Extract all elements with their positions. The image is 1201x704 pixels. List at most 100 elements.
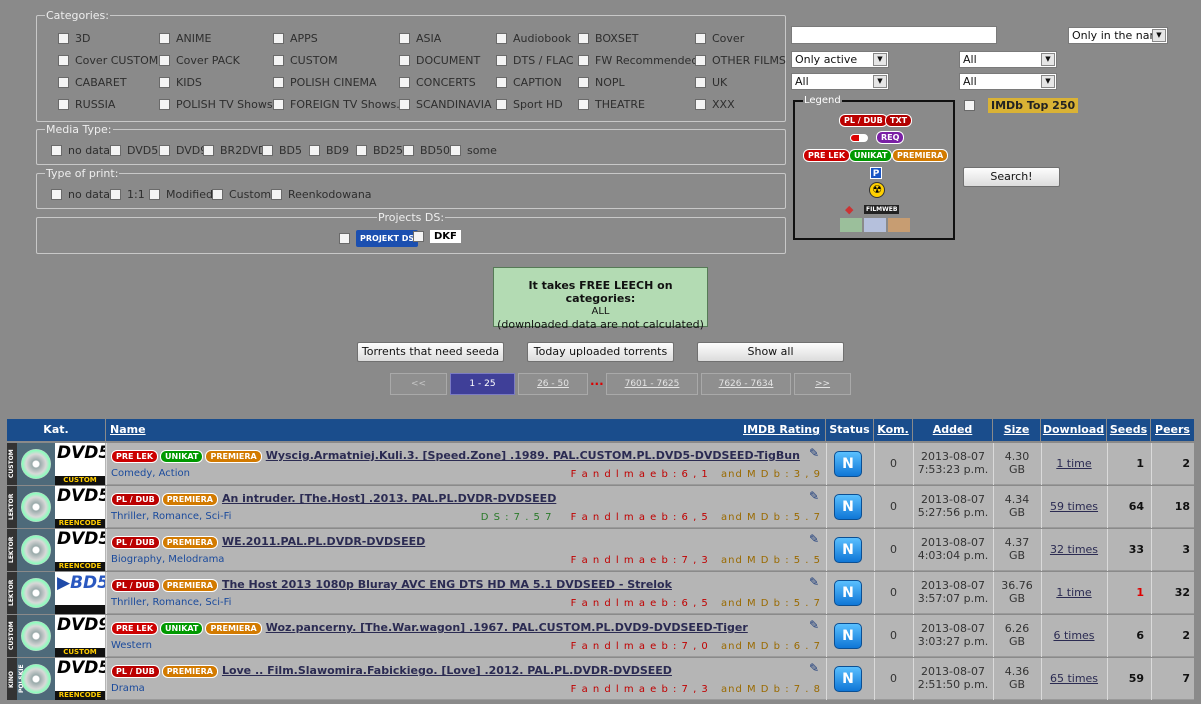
- category-checkbox[interactable]: FW Recommended: [578, 54, 698, 67]
- checkbox-box[interactable]: [273, 55, 284, 66]
- checkbox-box[interactable]: [578, 77, 589, 88]
- download-count-link[interactable]: 32 times: [1050, 543, 1098, 556]
- checkbox-box[interactable]: [273, 77, 284, 88]
- media-type-checkbox[interactable]: BD25: [356, 144, 403, 157]
- download-count-link[interactable]: 65 times: [1050, 672, 1098, 685]
- category-checkbox[interactable]: CUSTOM: [273, 54, 338, 67]
- download-count-link[interactable]: 1 time: [1056, 586, 1091, 599]
- media-type-checkbox[interactable]: BR2DVD: [203, 144, 266, 157]
- checkbox-box[interactable]: [110, 189, 121, 200]
- peers-count[interactable]: 7: [1151, 658, 1194, 700]
- checkbox-box[interactable]: [58, 99, 69, 110]
- checkbox-box[interactable]: [271, 189, 282, 200]
- category-checkbox[interactable]: Cover: [695, 32, 744, 45]
- search-input[interactable]: [791, 26, 997, 44]
- checkbox-box[interactable]: [273, 33, 284, 44]
- category-checkbox[interactable]: APPS: [273, 32, 318, 45]
- header-peers[interactable]: Peers: [1151, 419, 1194, 441]
- active-filter-select[interactable]: Only active ▼: [791, 51, 889, 68]
- media-type-checkbox[interactable]: some: [450, 144, 497, 157]
- category-checkbox[interactable]: POLISH CINEMA: [273, 76, 377, 89]
- imdb-top-checkbox[interactable]: IMDb Top 250: [964, 98, 1079, 113]
- peers-count[interactable]: 18: [1151, 486, 1194, 528]
- seeds-count[interactable]: 1: [1107, 443, 1150, 485]
- download-count-link[interactable]: 59 times: [1050, 500, 1098, 513]
- category-checkbox[interactable]: SCANDINAVIA: [399, 98, 491, 111]
- checkbox-box[interactable]: [695, 55, 706, 66]
- header-download[interactable]: Download: [1041, 419, 1106, 441]
- checkbox-box[interactable]: [399, 99, 410, 110]
- media-type-checkbox[interactable]: BD9: [309, 144, 349, 157]
- checkbox-box[interactable]: [399, 77, 410, 88]
- checkbox-box[interactable]: [51, 189, 62, 200]
- checkbox-box[interactable]: [110, 145, 121, 156]
- page-next-link[interactable]: >>: [794, 373, 851, 395]
- checkbox-box[interactable]: [273, 99, 284, 110]
- checkbox-box[interactable]: [58, 77, 69, 88]
- header-name[interactable]: Name: [110, 423, 146, 436]
- category-image[interactable]: LEKTOR: [7, 486, 55, 528]
- print-type-checkbox[interactable]: Reenkodowana: [271, 188, 372, 201]
- category-checkbox[interactable]: Audiobook: [496, 32, 571, 45]
- peers-count[interactable]: 3: [1151, 529, 1194, 571]
- pin-icon[interactable]: ✎: [809, 575, 819, 589]
- checkbox-box[interactable]: [695, 99, 706, 110]
- torrent-name-link[interactable]: Love .. Film.Slawomira.Fabickiego. [Love…: [222, 664, 672, 677]
- category-checkbox[interactable]: CABARET: [58, 76, 127, 89]
- checkbox-box[interactable]: [159, 145, 170, 156]
- seeds-count[interactable]: 59: [1107, 658, 1150, 700]
- category-image[interactable]: LEKTOR: [7, 572, 55, 614]
- filter-select-3[interactable]: All ▼: [791, 73, 889, 90]
- header-size[interactable]: Size: [993, 419, 1040, 441]
- download-count-link[interactable]: 1 time: [1056, 457, 1091, 470]
- category-checkbox[interactable]: DTS / FLAC: [496, 54, 574, 67]
- checkbox-box[interactable]: [695, 77, 706, 88]
- pin-icon[interactable]: ✎: [809, 661, 819, 675]
- status-new-button[interactable]: N: [834, 494, 862, 520]
- checkbox-box[interactable]: [58, 55, 69, 66]
- seeds-count[interactable]: 64: [1107, 486, 1150, 528]
- status-new-button[interactable]: N: [834, 451, 862, 477]
- projekt-ds-checkbox[interactable]: PROJEKT DS: [339, 230, 419, 247]
- torrent-name-link[interactable]: Woz.pancerny. [The.War.wagon] .1967. PAL…: [266, 621, 748, 634]
- print-type-checkbox[interactable]: no data: [51, 188, 110, 201]
- torrent-name-link[interactable]: The Host 2013 1080p Bluray AVC ENG DTS H…: [222, 578, 672, 591]
- category-checkbox[interactable]: BOXSET: [578, 32, 639, 45]
- page-link-last[interactable]: 7626 - 7634: [701, 373, 791, 395]
- pin-icon[interactable]: ✎: [809, 532, 819, 546]
- category-checkbox[interactable]: NOPL: [578, 76, 625, 89]
- category-checkbox[interactable]: CONCERTS: [399, 76, 476, 89]
- checkbox-box[interactable]: [403, 145, 414, 156]
- checkbox-box[interactable]: [399, 55, 410, 66]
- pin-icon[interactable]: ✎: [809, 618, 819, 632]
- peers-count[interactable]: 2: [1151, 615, 1194, 657]
- today-uploaded-button[interactable]: Today uploaded torrents: [527, 342, 674, 362]
- checkbox-box[interactable]: [203, 145, 214, 156]
- checkbox-box[interactable]: [262, 145, 273, 156]
- checkbox-box[interactable]: [149, 189, 160, 200]
- pin-icon[interactable]: ✎: [809, 489, 819, 503]
- status-new-button[interactable]: N: [834, 580, 862, 606]
- print-type-checkbox[interactable]: Modified: [149, 188, 213, 201]
- media-type-checkbox[interactable]: DVD9: [159, 144, 207, 157]
- print-type-checkbox[interactable]: Custom: [212, 188, 271, 201]
- category-image[interactable]: KINO POLSKIE: [7, 658, 55, 700]
- dkf-checkbox[interactable]: DKF: [413, 230, 461, 243]
- checkbox-box[interactable]: [356, 145, 367, 156]
- category-checkbox[interactable]: XXX: [695, 98, 735, 111]
- status-new-button[interactable]: N: [834, 666, 862, 692]
- category-checkbox[interactable]: OTHER FILMS: [695, 54, 786, 67]
- peers-count[interactable]: 32: [1151, 572, 1194, 614]
- media-type-checkbox[interactable]: no data: [51, 144, 110, 157]
- category-image[interactable]: CUSTOM: [7, 615, 55, 657]
- media-type-checkbox[interactable]: BD50: [403, 144, 450, 157]
- checkbox-box[interactable]: [578, 33, 589, 44]
- page-first-link[interactable]: <<: [390, 373, 447, 395]
- checkbox-box[interactable]: [450, 145, 461, 156]
- checkbox-box[interactable]: [578, 55, 589, 66]
- torrent-name-link[interactable]: Wyscig.Armatniej.Kuli.3. [Speed.Zone] .1…: [266, 449, 800, 462]
- download-count-link[interactable]: 6 times: [1053, 629, 1094, 642]
- category-checkbox[interactable]: FOREIGN TV Shows.: [273, 98, 400, 111]
- header-imdb[interactable]: IMDB Rating: [743, 419, 820, 441]
- checkbox-box[interactable]: [399, 33, 410, 44]
